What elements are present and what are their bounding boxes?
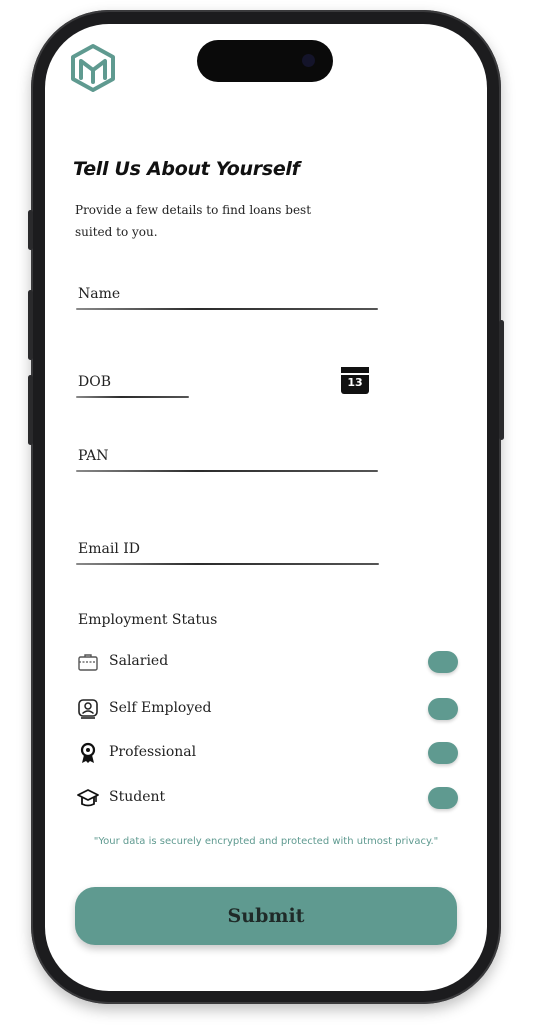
email-field-underline xyxy=(76,563,379,565)
side-button xyxy=(28,290,33,360)
name-field[interactable]: Name xyxy=(76,274,378,310)
name-field-label: Name xyxy=(78,286,121,302)
calendar-icon-header xyxy=(341,367,369,375)
m-cube-logo-icon xyxy=(71,44,115,92)
dob-field-underline xyxy=(76,396,189,398)
employment-option-student[interactable]: Student xyxy=(77,783,462,813)
email-field-label: Email ID xyxy=(78,541,141,557)
dob-field[interactable]: DOB xyxy=(76,362,189,398)
briefcase-icon xyxy=(78,654,98,671)
graduation-cap-icon xyxy=(77,789,99,807)
employment-option-label: Student xyxy=(109,789,166,805)
employment-option-salaried[interactable]: Salaried xyxy=(77,647,462,677)
email-field[interactable]: Email ID xyxy=(76,529,379,565)
salaried-toggle[interactable] xyxy=(428,651,458,673)
side-button xyxy=(28,210,33,250)
user-badge-icon xyxy=(78,699,98,719)
name-field-underline xyxy=(76,308,378,310)
employment-option-label: Salaried xyxy=(109,653,169,669)
student-toggle[interactable] xyxy=(428,787,458,809)
calendar-icon-number: 13 xyxy=(347,376,363,389)
page-title: Tell Us About Yourself xyxy=(73,158,300,180)
employment-option-label: Self Employed xyxy=(109,700,212,716)
dob-field-label: DOB xyxy=(78,374,111,390)
page-subtitle: Provide a few details to find loans best… xyxy=(75,203,312,239)
privacy-note: "Your data is securely encrypted and pro… xyxy=(93,836,439,847)
phone-screen: Tell Us About Yourself Provide a few det… xyxy=(45,24,487,991)
pan-field-label: PAN xyxy=(78,448,109,464)
submit-button[interactable]: Submit xyxy=(75,887,457,945)
professional-toggle[interactable] xyxy=(428,742,458,764)
camera-icon xyxy=(302,54,315,67)
self-employed-toggle[interactable] xyxy=(428,698,458,720)
employment-option-self-employed[interactable]: Self Employed xyxy=(77,694,462,724)
pan-field[interactable]: PAN xyxy=(76,436,378,472)
dynamic-island xyxy=(197,40,333,82)
award-ribbon-icon xyxy=(80,742,96,763)
employment-status-label: Employment Status xyxy=(78,612,218,628)
employment-option-label: Professional xyxy=(109,744,197,760)
side-button xyxy=(28,375,33,445)
side-button xyxy=(499,320,504,440)
employment-option-professional[interactable]: Professional xyxy=(77,738,462,768)
pan-field-underline xyxy=(76,470,378,472)
calendar-icon[interactable]: 13 xyxy=(341,367,369,394)
